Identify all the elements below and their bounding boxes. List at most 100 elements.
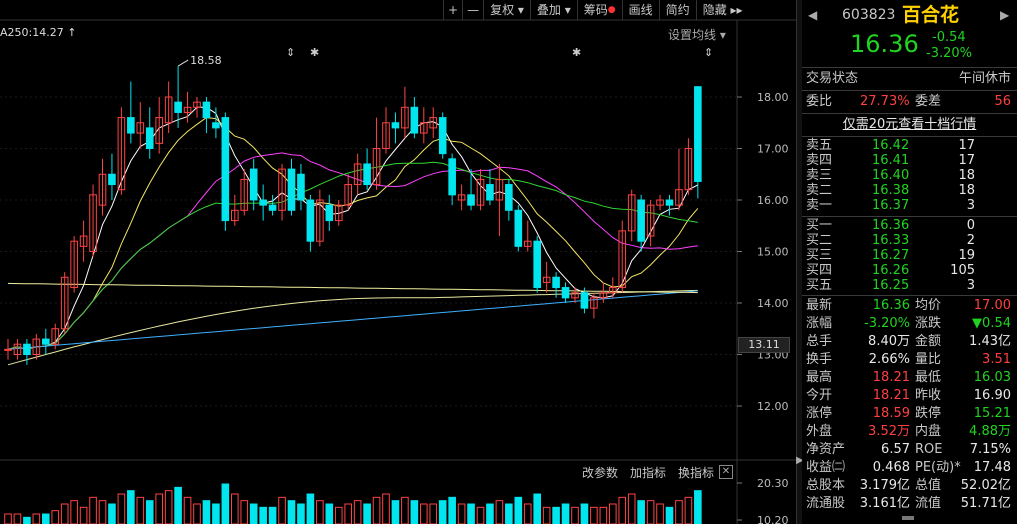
- candle-down[interactable]: [533, 240, 542, 289]
- zoom-out-button[interactable]: —: [462, 0, 483, 20]
- hide-button[interactable]: 隐藏 ▸▸: [695, 0, 749, 20]
- stat-value: 18.21: [872, 388, 910, 403]
- add-indicator-button[interactable]: 加指标: [630, 464, 666, 481]
- bid-label: 买三: [806, 248, 833, 263]
- divider: [802, 67, 1017, 68]
- high-marker-label: 18.58: [190, 54, 222, 67]
- volume-bar: [571, 506, 579, 524]
- panel-scroll-handle[interactable]: [902, 516, 914, 520]
- prev-stock-icon[interactable]: ◀: [808, 3, 817, 27]
- candle-down[interactable]: [505, 184, 513, 211]
- event-marker-icon[interactable]: ✱: [572, 46, 581, 59]
- modify-params-button[interactable]: 改参数: [582, 464, 618, 481]
- candle-down[interactable]: [249, 168, 258, 201]
- overlay-dropdown[interactable]: 叠加 ▾: [529, 0, 577, 20]
- candle-down[interactable]: [23, 343, 31, 356]
- ask-row[interactable]: 卖三 16.40 18: [802, 168, 1017, 184]
- ask-row[interactable]: 卖五 16.42 17: [802, 138, 1017, 154]
- close-icon[interactable]: ✕: [719, 465, 733, 479]
- ask-label: 卖四: [806, 153, 833, 168]
- event-marker-icon[interactable]: ✱: [310, 46, 319, 59]
- candle-down[interactable]: [268, 204, 277, 211]
- sub-y-tick-label: 20.30: [757, 477, 789, 490]
- volume-bar: [363, 503, 371, 524]
- candle-down[interactable]: [221, 117, 230, 222]
- stat-value: 52.02亿: [960, 478, 1011, 493]
- candle-down[interactable]: [42, 338, 50, 345]
- volume-bar: [23, 516, 31, 524]
- candle-down[interactable]: [174, 101, 182, 113]
- red-dot-icon: ●: [607, 5, 616, 15]
- candle-down[interactable]: [438, 117, 447, 155]
- candle-down[interactable]: [694, 86, 702, 182]
- zoom-in-button[interactable]: +: [443, 0, 462, 20]
- chips-button[interactable]: 筹码●: [576, 0, 622, 20]
- volume-bar: [505, 503, 513, 524]
- candle-down[interactable]: [108, 173, 116, 186]
- candle-down[interactable]: [391, 122, 400, 129]
- level2-link-row: 仅需20元查看十档行情: [802, 115, 1017, 135]
- volume-bar: [108, 503, 116, 524]
- volume-bar: [32, 513, 41, 524]
- bid-row[interactable]: 买二 16.33 2: [802, 233, 1017, 249]
- bid-row[interactable]: 买四 16.26 105: [802, 263, 1017, 279]
- candle-down[interactable]: [202, 101, 211, 119]
- candle-down[interactable]: [259, 199, 267, 206]
- candle-down[interactable]: [665, 199, 674, 206]
- level2-link[interactable]: 仅需20元查看十档行情: [843, 117, 977, 132]
- candle-down[interactable]: [145, 127, 154, 150]
- ask-row[interactable]: 卖四 16.41 17: [802, 153, 1017, 169]
- bid-label: 买一: [806, 218, 833, 233]
- candle-down[interactable]: [297, 173, 305, 201]
- weicha-label: 委差: [915, 94, 942, 109]
- volume-bar: [448, 496, 456, 524]
- event-marker-icon[interactable]: ⇕: [286, 46, 295, 59]
- divider: [802, 216, 1017, 217]
- draw-line-button[interactable]: 画线: [621, 0, 659, 20]
- chevron-down-icon: ▾: [560, 3, 571, 17]
- candle-down[interactable]: [127, 117, 135, 134]
- stat-label: 收益㈡: [806, 460, 846, 475]
- candle-down[interactable]: [325, 204, 334, 222]
- candle-up[interactable]: [4, 348, 12, 351]
- candle-down[interactable]: [580, 292, 589, 309]
- candle-down[interactable]: [306, 199, 315, 242]
- bid-price: 16.27: [872, 248, 910, 263]
- candle-down[interactable]: [486, 184, 494, 201]
- ask-row[interactable]: 卖一 16.37 3: [802, 198, 1017, 214]
- candle-down[interactable]: [212, 122, 220, 129]
- event-marker-icon[interactable]: ⇕: [704, 46, 713, 59]
- candle-down[interactable]: [561, 287, 570, 299]
- candle-down[interactable]: [552, 276, 560, 289]
- volume-bar: [60, 503, 69, 524]
- candle-down[interactable]: [410, 106, 419, 134]
- volume-bar: [136, 496, 145, 524]
- ma-setting-dropdown[interactable]: 设置均线 ▾: [668, 26, 726, 43]
- stat-value: 3.179亿: [859, 478, 910, 493]
- stat-label: 今开: [806, 388, 833, 403]
- change-indicator-button[interactable]: 换指标: [678, 464, 714, 481]
- bid-price: 16.25: [872, 278, 910, 293]
- candle-down[interactable]: [448, 158, 456, 196]
- candle-down[interactable]: [514, 209, 523, 247]
- stat-label: 外盘: [806, 424, 833, 439]
- volume-bar: [561, 503, 570, 524]
- ask-row[interactable]: 卖二 16.38 18: [802, 183, 1017, 199]
- stat-value: 1.43亿: [969, 334, 1011, 349]
- adjust-dropdown[interactable]: 复权 ▾: [483, 0, 530, 20]
- simple-mode-button[interactable]: 简约: [658, 0, 696, 20]
- volume-bar: [637, 500, 645, 524]
- candle-down[interactable]: [637, 199, 645, 242]
- candle-down[interactable]: [287, 168, 296, 211]
- bid-row[interactable]: 买五 16.25 3: [802, 278, 1017, 294]
- bid-row[interactable]: 买三 16.27 19: [802, 248, 1017, 264]
- kline-chart[interactable]: 18.0017.0016.0015.0014.0013.0012.0020.30…: [0, 0, 796, 524]
- next-stock-icon[interactable]: ▶: [1000, 3, 1009, 27]
- candle-down[interactable]: [363, 163, 371, 186]
- y-tick-label: 15.00: [757, 246, 789, 259]
- stat-value: 16.03: [973, 370, 1011, 385]
- candle-down[interactable]: [467, 194, 475, 206]
- volume-bar: [609, 503, 617, 524]
- bid-row[interactable]: 买一 16.36 0: [802, 218, 1017, 234]
- volume-bar: [675, 500, 683, 524]
